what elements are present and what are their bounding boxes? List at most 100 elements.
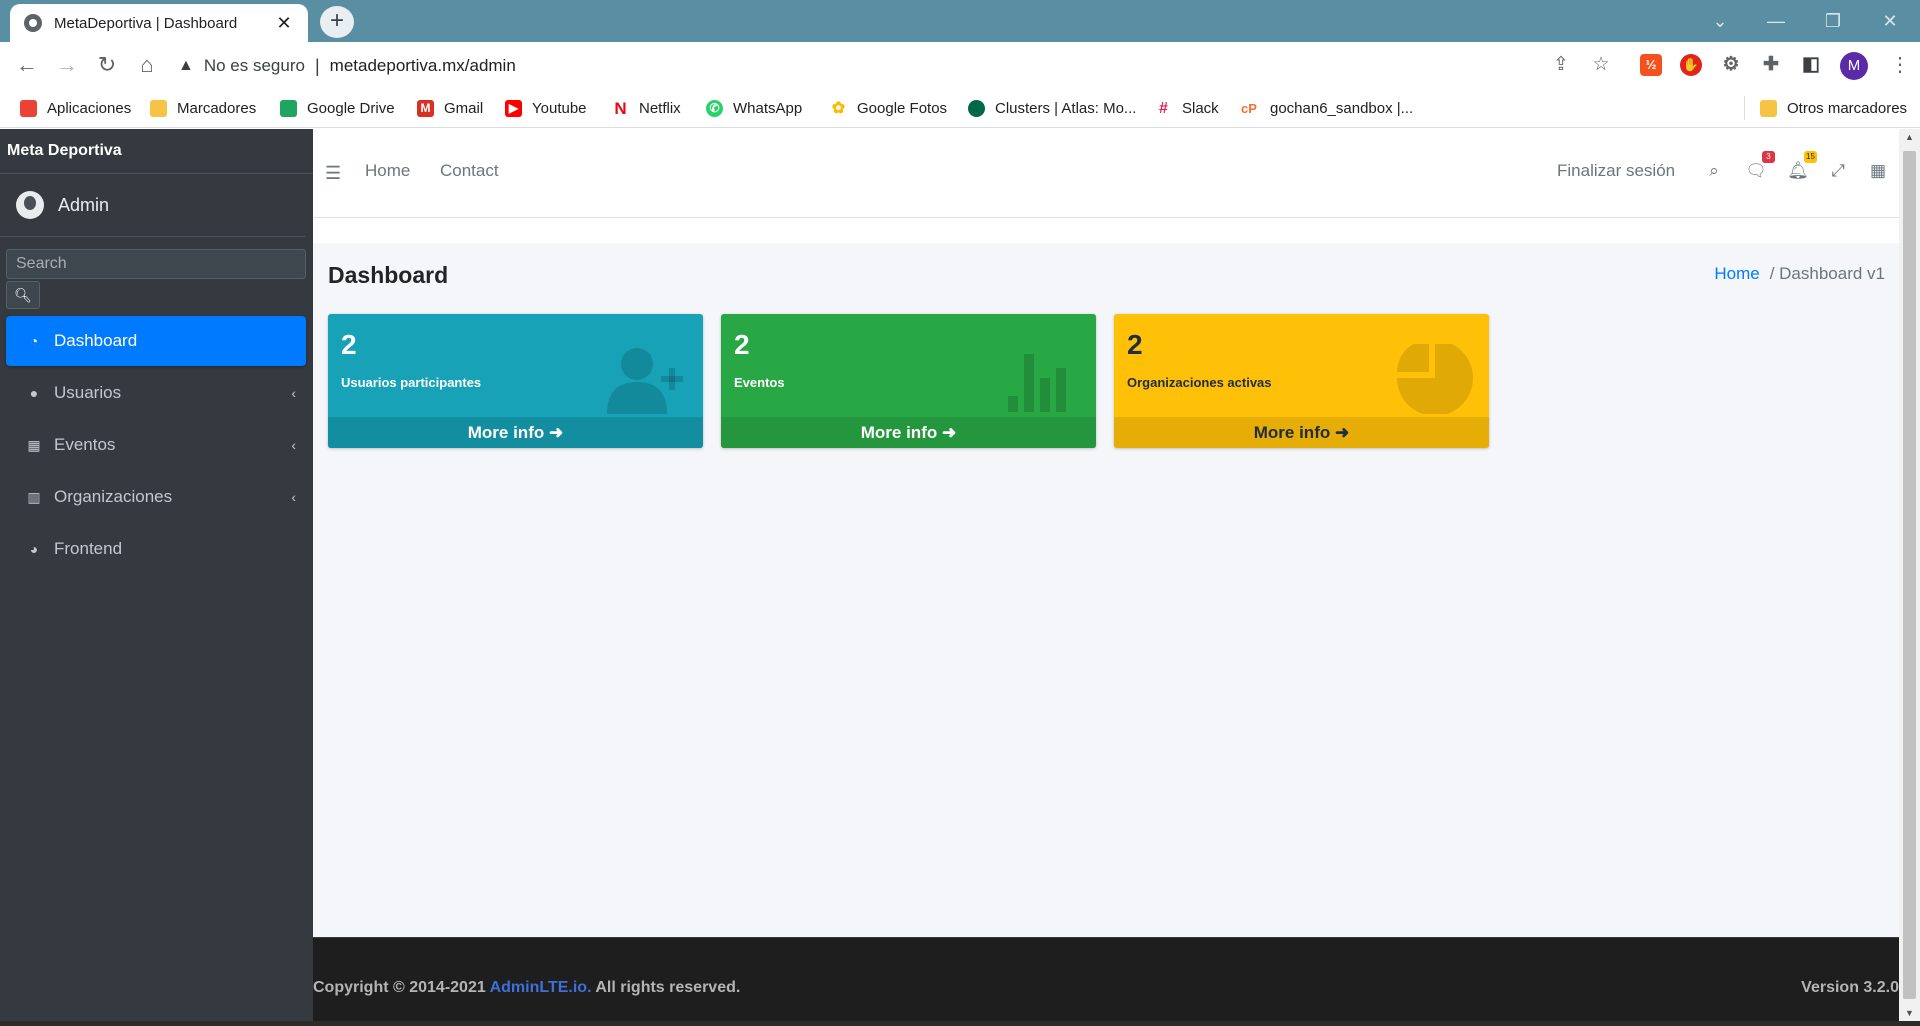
- forward-icon[interactable]: →: [52, 50, 82, 80]
- pie-chart-icon: [1397, 344, 1473, 414]
- sidebar-item-usuarios[interactable]: ● Usuarios ‹: [6, 368, 306, 418]
- search-input[interactable]: [6, 249, 306, 279]
- folder-icon: [1760, 99, 1777, 117]
- mongodb-leaf-icon: [968, 99, 985, 117]
- adblock-icon[interactable]: ✋: [1680, 54, 1702, 76]
- tab-title: MetaDeportiva | Dashboard: [54, 14, 238, 32]
- bookmark-label: Clusters | Atlas: Mo...: [995, 99, 1137, 117]
- avatar: [16, 191, 44, 219]
- puzzle-icon[interactable]: ✚: [1760, 54, 1782, 76]
- restore-icon[interactable]: ❐: [1813, 6, 1853, 36]
- sidebar-menu: ◔ Dashboard ● Usuarios ‹ ▦ Eventos ‹ ▥ O…: [0, 316, 313, 574]
- bookmark-label: WhatsApp: [733, 99, 803, 117]
- stat-box-organizaciones: 2 Organizaciones activas More info ➜: [1114, 314, 1489, 448]
- scroll-up-icon[interactable]: ▲: [1899, 129, 1920, 145]
- sidebar-item-label: Dashboard: [54, 331, 138, 350]
- brand-name[interactable]: Meta Deportiva: [0, 129, 313, 174]
- search-button[interactable]: 🔍︎: [6, 281, 40, 309]
- logout-link[interactable]: Finalizar sesión: [1557, 161, 1675, 181]
- close-window-icon[interactable]: ✕: [1870, 6, 1910, 36]
- bookmark-label: Gmail: [444, 99, 484, 117]
- share-icon[interactable]: ⇪: [1548, 52, 1574, 78]
- back-icon[interactable]: ←: [12, 50, 42, 80]
- bookmark-google-drive[interactable]: Google Drive: [280, 96, 395, 120]
- tab-search-icon[interactable]: ⌄: [1700, 6, 1740, 36]
- bookmark-youtube[interactable]: ▶ Youtube: [505, 96, 587, 120]
- bookmark-apps[interactable]: Aplicaciones: [20, 96, 131, 120]
- more-info-link[interactable]: More info ➜: [721, 417, 1096, 448]
- breadcrumb-current: / Dashboard v1: [1769, 264, 1885, 283]
- more-info-label: More info: [467, 423, 545, 442]
- bookmark-marcadores[interactable]: Marcadores: [150, 96, 256, 120]
- more-info-label: More info: [860, 423, 938, 442]
- nav-link-contact[interactable]: Contact: [440, 161, 499, 181]
- version-text: Version 3.2.0: [1801, 979, 1899, 996]
- arrow-circle-right-icon: ➜: [941, 423, 957, 442]
- profile-avatar[interactable]: M: [1840, 52, 1868, 80]
- home-icon[interactable]: ⌂: [132, 50, 162, 80]
- page-scrollbar[interactable]: ▲ ▼: [1899, 129, 1920, 1021]
- search-icon[interactable]: ⌕: [1703, 161, 1725, 181]
- sidebar-item-eventos[interactable]: ▦ Eventos ‹: [6, 420, 306, 470]
- bookmark-slack[interactable]: # Slack: [1155, 96, 1219, 120]
- stat-count: 2: [734, 329, 750, 360]
- bookmark-otros[interactable]: Otros marcadores: [1760, 96, 1907, 120]
- building-icon: ▥: [27, 488, 41, 505]
- bell-icon[interactable]: 🔔︎ 15: [1787, 151, 1817, 181]
- bookmark-label: Youtube: [532, 99, 587, 117]
- sidebar-item-organizaciones[interactable]: ▥ Organizaciones ‹: [6, 472, 306, 522]
- browser-tab-bar: MetaDeportiva | Dashboard ✕ + ⌄ — ❐ ✕: [0, 0, 1920, 42]
- slack-icon: #: [1159, 99, 1168, 117]
- user-panel[interactable]: Admin: [0, 174, 305, 237]
- scrollbar-thumb[interactable]: [1903, 151, 1916, 999]
- more-info-label: More info: [1253, 423, 1331, 442]
- reload-icon[interactable]: ↻: [92, 50, 122, 80]
- bookmark-google-fotos[interactable]: ✿ Google Fotos: [830, 96, 947, 120]
- bookmark-atlas[interactable]: Clusters | Atlas: Mo...: [968, 96, 1136, 120]
- main-navbar: ☰ Home Contact Finalizar sesión ⌕ 🗨︎ 3 🔔…: [313, 129, 1899, 218]
- bookmark-netflix[interactable]: N Netflix: [612, 96, 681, 120]
- sidebar-item-label: Usuarios: [54, 383, 122, 402]
- menu-kebab-icon[interactable]: ⋮: [1890, 52, 1910, 77]
- sidebar-search: 🔍︎: [6, 249, 306, 309]
- settings-gear-icon[interactable]: ⚙: [1720, 54, 1742, 76]
- sidebar-item-frontend[interactable]: ◕ Frontend: [6, 524, 306, 574]
- stat-box-eventos: 2 Eventos More info ➜: [721, 314, 1096, 448]
- minimize-icon[interactable]: —: [1756, 6, 1796, 36]
- extension-icon[interactable]: ½: [1640, 54, 1662, 76]
- nav-link-home[interactable]: Home: [365, 161, 410, 181]
- hamburger-menu-icon[interactable]: ☰: [325, 163, 341, 184]
- star-icon[interactable]: ☆: [1588, 52, 1614, 78]
- main-footer: Copyright © 2014-2021 AdminLTE.io. All r…: [313, 937, 1899, 1021]
- close-tab-icon[interactable]: ✕: [274, 13, 294, 34]
- more-info-link[interactable]: More info ➜: [328, 417, 703, 448]
- bookmark-cpanel[interactable]: cP gochan6_sandbox |...: [1238, 96, 1413, 120]
- sidebar-item-label: Frontend: [54, 539, 123, 558]
- fullscreen-icon[interactable]: ⤢: [1827, 161, 1849, 181]
- chevron-left-icon: ‹: [291, 437, 296, 453]
- folder-icon: [150, 99, 167, 117]
- messages-icon[interactable]: 🗨︎ 3: [1745, 151, 1775, 181]
- side-panel-icon[interactable]: ◧: [1800, 54, 1822, 76]
- bookmark-whatsapp[interactable]: ✆ WhatsApp: [706, 96, 802, 120]
- adminlte-link[interactable]: AdminLTE.io.: [490, 979, 592, 996]
- sidebar-item-dashboard[interactable]: ◔ Dashboard: [6, 316, 306, 366]
- new-tab-button[interactable]: +: [320, 6, 354, 38]
- bar-chart-icon: [1008, 354, 1066, 412]
- arrow-circle-right-icon: ➜: [548, 423, 564, 442]
- more-info-link[interactable]: More info ➜: [1114, 417, 1489, 448]
- scroll-down-icon[interactable]: ▼: [1899, 1005, 1920, 1021]
- bookmark-label: Netflix: [639, 99, 681, 117]
- browser-tab[interactable]: MetaDeportiva | Dashboard ✕: [10, 4, 308, 42]
- bookmark-gmail[interactable]: M Gmail: [417, 96, 483, 120]
- breadcrumb-home[interactable]: Home: [1714, 264, 1759, 283]
- address-bar[interactable]: ▲ No es seguro | metadeportiva.mx/admin: [178, 48, 1618, 84]
- bookmark-label: Otros marcadores: [1787, 99, 1908, 117]
- chevron-left-icon: ‹: [291, 385, 296, 401]
- copyright-text: Copyright © 2014-2021 AdminLTE.io. All r…: [313, 979, 740, 997]
- page-title: Dashboard: [328, 262, 449, 288]
- grid-icon[interactable]: ▦: [1867, 161, 1889, 181]
- content-wrapper: Dashboard Home / Dashboard v1 2 Usuarios …: [313, 243, 1899, 937]
- gmail-icon: M: [417, 99, 434, 117]
- cpanel-icon: cP: [1241, 100, 1257, 116]
